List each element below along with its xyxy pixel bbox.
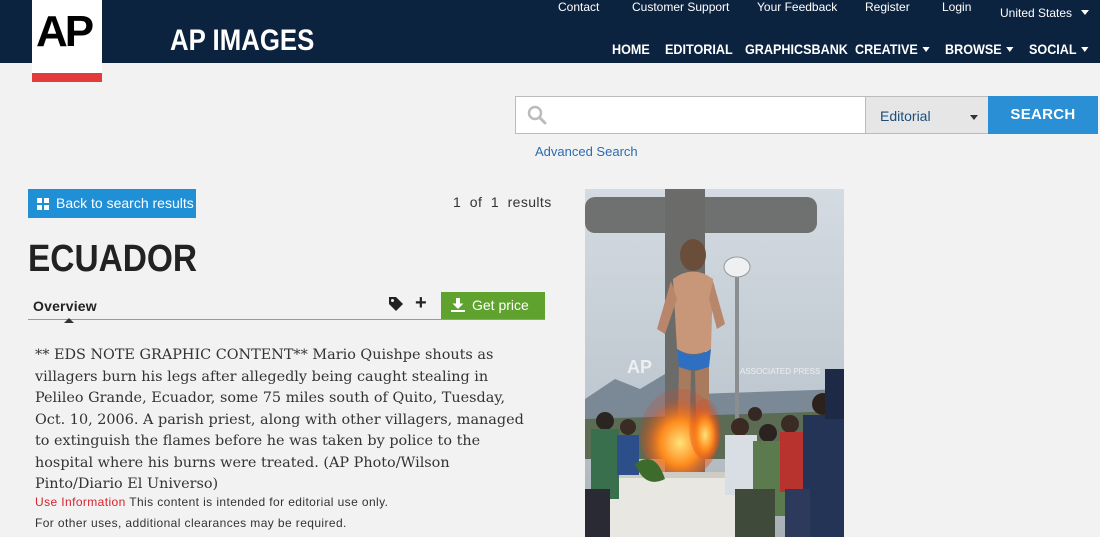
use-information-text: This content is intended for editorial u… — [125, 495, 389, 509]
search-category-value: Editorial — [880, 108, 931, 124]
customer-support-link[interactable]: Customer Support — [632, 0, 729, 14]
search-text-field[interactable] — [556, 101, 856, 129]
results-count: 1 of 1 results — [453, 194, 552, 210]
photo-caption: ** EDS NOTE GRAPHIC CONTENT** Mario Quis… — [35, 347, 524, 492]
register-link[interactable]: Register — [865, 0, 910, 14]
advanced-search-link[interactable]: Advanced Search — [535, 144, 638, 159]
tag-icon[interactable] — [388, 296, 404, 312]
logo-red-bar — [32, 73, 102, 82]
login-link[interactable]: Login — [942, 0, 971, 14]
watermark-logo: AP — [627, 357, 653, 377]
use-information-label[interactable]: Use Information — [35, 495, 126, 509]
back-to-results-button[interactable]: Back to search results — [28, 189, 196, 218]
chevron-down-icon — [1006, 46, 1014, 52]
chevron-down-icon — [922, 46, 930, 52]
nav-browse-label: BROWSE — [945, 41, 1002, 57]
nav-social-label: SOCIAL — [1029, 41, 1077, 57]
contact-link[interactable]: Contact — [558, 0, 599, 14]
main-photo[interactable]: AP ASSOCIATED PRESS — [585, 189, 844, 537]
item-tabs: Overview + Get price — [28, 290, 545, 323]
back-button-label: Back to search results — [56, 195, 194, 211]
site-header: Contact Customer Support Your Feedback R… — [0, 0, 1100, 63]
use-information: Use Information This content is intended… — [35, 495, 388, 509]
brand-name[interactable]: AP IMAGES — [170, 24, 314, 58]
ap-logo[interactable]: AP — [32, 0, 102, 82]
tab-active-indicator — [64, 318, 74, 323]
nav-creative-label: CREATIVE — [855, 41, 918, 57]
logo-text: AP — [36, 7, 94, 56]
add-to-lightbox-icon[interactable]: + — [415, 293, 427, 313]
nav-browse[interactable]: BROWSE — [945, 41, 1014, 57]
chevron-down-icon — [1081, 46, 1089, 52]
search-icon — [527, 105, 547, 125]
chevron-down-icon — [970, 115, 978, 120]
download-icon — [451, 298, 465, 312]
nav-editorial[interactable]: EDITORIAL — [665, 41, 733, 57]
search-button[interactable]: SEARCH — [988, 96, 1098, 134]
country-selector[interactable]: United States — [1000, 6, 1090, 20]
nav-graphicsbank[interactable]: GRAPHICSBANK — [745, 41, 848, 57]
get-price-button[interactable]: Get price — [441, 292, 545, 319]
nav-social[interactable]: SOCIAL — [1029, 41, 1089, 57]
tab-overview[interactable]: Overview — [33, 298, 97, 314]
nav-creative[interactable]: CREATIVE — [855, 41, 930, 57]
your-feedback-link[interactable]: Your Feedback — [757, 0, 837, 14]
nav-home[interactable]: HOME — [612, 41, 650, 57]
chevron-down-icon — [1081, 10, 1090, 16]
page-title: ECUADOR — [28, 238, 198, 280]
grid-icon — [37, 198, 49, 210]
photo-image — [585, 189, 844, 537]
search-category-select[interactable]: Editorial — [866, 96, 988, 134]
search-input[interactable] — [515, 96, 866, 134]
country-label: United States — [1000, 6, 1073, 20]
watermark-text: ASSOCIATED PRESS — [740, 367, 821, 376]
use-information-text-2: For other uses, additional clearances ma… — [35, 516, 347, 530]
get-price-label: Get price — [472, 297, 529, 313]
